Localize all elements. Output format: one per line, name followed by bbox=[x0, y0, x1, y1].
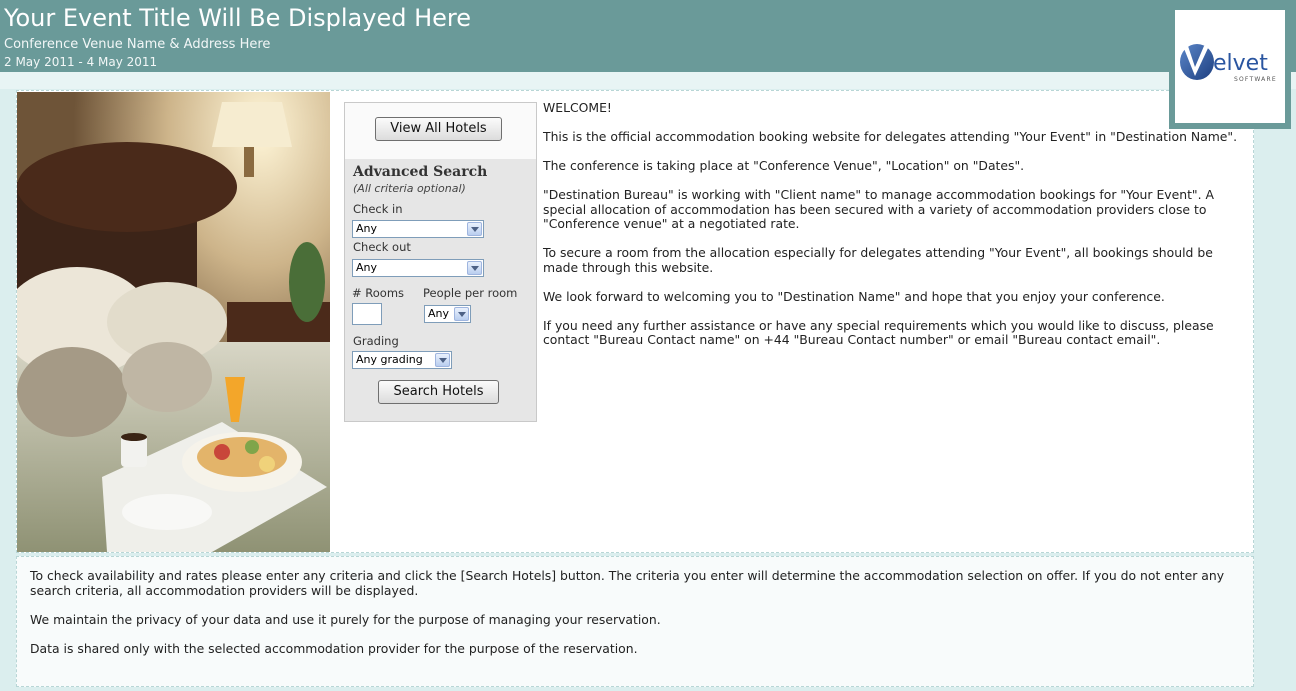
rooms-input[interactable] bbox=[352, 303, 382, 325]
event-title: Your Event Title Will Be Displayed Here bbox=[4, 4, 472, 32]
view-all-hotels-button[interactable]: View All Hotels bbox=[375, 117, 502, 141]
welcome-paragraph: The conference is taking place at "Confe… bbox=[543, 158, 1025, 173]
advanced-search-title: Advanced Search bbox=[353, 164, 488, 180]
logo-text: elvet bbox=[1213, 51, 1268, 76]
welcome-paragraph: To secure a room from the allocation esp… bbox=[543, 245, 1213, 275]
grading-value: Any grading bbox=[356, 353, 423, 366]
hotel-room-photo bbox=[17, 92, 330, 552]
grading-select[interactable]: Any grading bbox=[352, 351, 452, 369]
people-per-room-value: Any bbox=[428, 307, 450, 320]
venue-name: Conference Venue Name & Address Here bbox=[4, 37, 271, 52]
info-text: To check availability and rates please e… bbox=[30, 568, 1245, 671]
welcome-text: WELCOME! This is the official accommodat… bbox=[543, 100, 1243, 362]
welcome-paragraph: If you need any further assistance or ha… bbox=[543, 317, 1214, 347]
people-per-room-label: People per room bbox=[423, 286, 518, 300]
advanced-search-subtitle: (All criteria optional) bbox=[353, 182, 466, 195]
welcome-paragraph: "Destination Bureau" is working with "Cl… bbox=[543, 187, 1214, 231]
info-paragraph: Data is shared only with the selected ac… bbox=[30, 640, 638, 656]
check-out-select[interactable]: Any bbox=[352, 259, 484, 277]
event-dates: 2 May 2011 - 4 May 2011 bbox=[4, 55, 158, 69]
velvet-logo-mark: elvet SOFTWARE bbox=[1180, 44, 1277, 83]
search-hotels-button[interactable]: Search Hotels bbox=[378, 380, 499, 404]
chevron-down-icon bbox=[435, 353, 450, 367]
chevron-down-icon bbox=[467, 261, 482, 275]
info-paragraph: To check availability and rates please e… bbox=[30, 568, 1225, 598]
rooms-label: # Rooms bbox=[352, 286, 405, 300]
page-top-strip bbox=[0, 72, 1296, 89]
info-paragraph: We maintain the privacy of your data and… bbox=[30, 611, 661, 627]
grading-label: Grading bbox=[353, 334, 399, 348]
welcome-paragraph: This is the official accommodation booki… bbox=[543, 129, 1238, 144]
people-per-room-select[interactable]: Any bbox=[424, 305, 471, 323]
welcome-paragraph: We look forward to welcoming you to "Des… bbox=[543, 288, 1165, 304]
check-out-label: Check out bbox=[353, 240, 411, 254]
check-in-value: Any bbox=[356, 222, 378, 235]
chevron-down-icon bbox=[454, 307, 469, 321]
check-in-select[interactable]: Any bbox=[352, 220, 484, 238]
check-in-label: Check in bbox=[353, 202, 403, 216]
page-header: Your Event Title Will Be Displayed Here … bbox=[0, 0, 1296, 72]
check-out-value: Any bbox=[356, 261, 378, 274]
chevron-down-icon bbox=[467, 222, 482, 236]
welcome-heading: WELCOME! bbox=[543, 100, 612, 115]
logo-subtext: SOFTWARE bbox=[1234, 76, 1277, 83]
search-panel: View All Hotels Advanced Search (All cri… bbox=[344, 102, 537, 422]
logo: elvet SOFTWARE bbox=[1169, 6, 1291, 129]
